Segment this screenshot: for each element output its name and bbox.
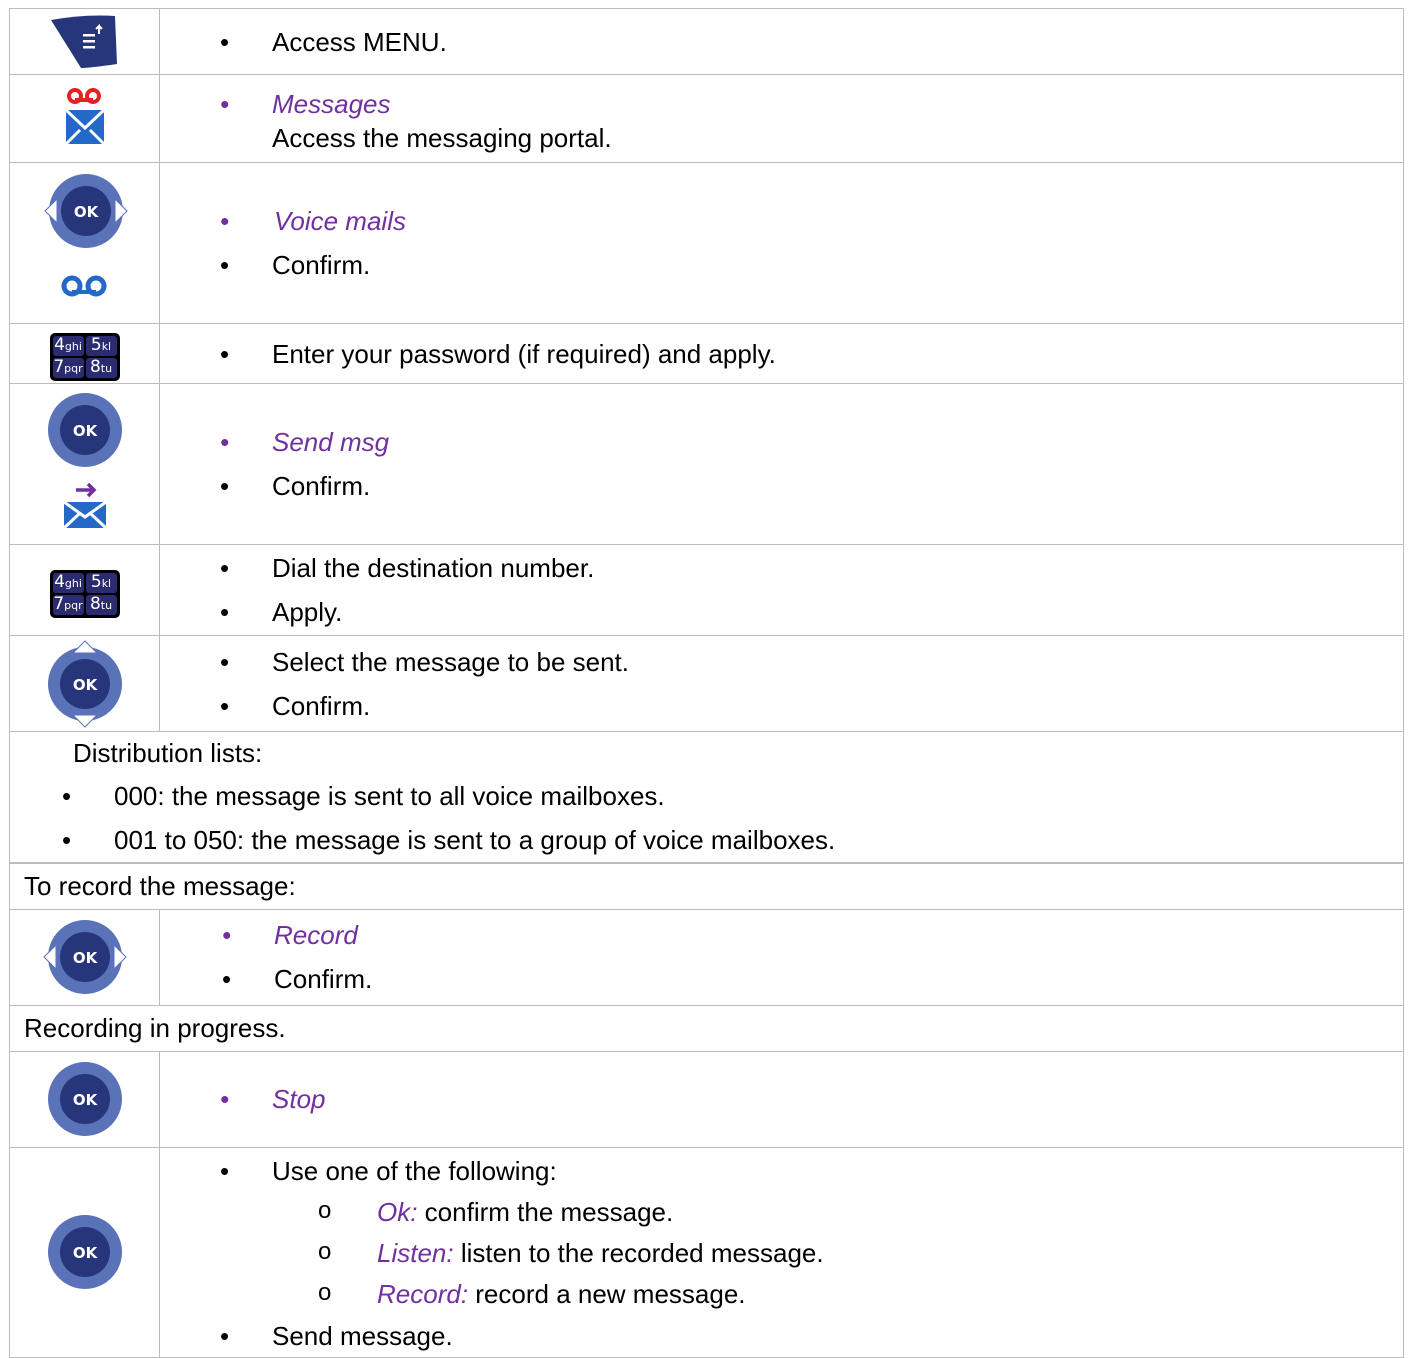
menu-option-label: Send msg (220, 420, 1403, 464)
row-record-heading: To record the message: (9, 862, 1404, 910)
row-voice-mails: OK Voice mails Confirm. (9, 162, 1404, 324)
menu-option-label: Stop (220, 1077, 1403, 1121)
instruction-text: Select the message to be sent. (220, 640, 1403, 684)
row-send-msg: OK Send msg Confirm. (9, 383, 1404, 545)
option-label: Ok: (377, 1196, 418, 1227)
keypad-icon: 4ghi 5kl 7pqr 8tu (49, 333, 120, 381)
option-label: Record: (377, 1278, 469, 1309)
row-distribution: Distribution lists: 000: the message is … (9, 731, 1404, 864)
svg-text:OK: OK (72, 676, 98, 694)
option-text: confirm the message. (417, 1196, 674, 1227)
instruction-text: Use one of the following: (220, 1150, 1403, 1192)
menu-key-icon (50, 15, 117, 68)
ok-left-right-key-icon: OK (43, 171, 129, 258)
confirm-text: Confirm. (220, 684, 1403, 728)
confirm-text: Confirm. (222, 957, 1403, 1001)
option-item: Listen: listen to the recorded message. (220, 1231, 1403, 1274)
instruction-text: Access MENU. (220, 20, 1403, 64)
keypad-icon: 4ghi 5kl 7pqr 8tu (49, 569, 120, 618)
apply-text: Apply. (220, 590, 1403, 634)
option-item: Ok: confirm the message. (220, 1190, 1403, 1233)
row-record: OK Record Confirm. (9, 908, 1404, 1006)
row-select: OK Select the message to be sent. Confir… (9, 635, 1404, 732)
send-message-icon (62, 480, 108, 537)
row-options: OK Use one of the following: Ok: confirm… (9, 1146, 1404, 1358)
row-messages: Messages Access the messaging portal. (9, 74, 1404, 163)
svg-text:OK: OK (72, 949, 98, 967)
menu-option-label: Record (222, 913, 1403, 957)
option-text: listen to the recorded message. (453, 1237, 824, 1268)
svg-text:OK: OK (72, 1091, 98, 1109)
row-password: 4ghi 5kl 7pqr 8tu Enter your password (i… (9, 323, 1404, 384)
section-heading: To record the message: (9, 862, 1404, 910)
distribution-item: 001 to 050: the message is sent to a gro… (62, 818, 1403, 862)
distribution-item: 000: the message is sent to all voice ma… (62, 774, 1403, 818)
ok-key-icon: OK (47, 1062, 122, 1136)
ok-left-right-key-icon: OK (42, 920, 127, 994)
ok-up-down-key-icon: OK (47, 639, 122, 728)
row-progress-heading: Recording in progress. (9, 1004, 1404, 1052)
instruction-text: Dial the destination number. (220, 546, 1403, 590)
option-text: record a new message. (468, 1278, 746, 1309)
option-item: Record: record a new message. (220, 1272, 1403, 1315)
icon-cell (9, 8, 160, 75)
section-heading: Recording in progress. (9, 1004, 1404, 1052)
row-dial: 4ghi 5kl 7pqr 8tu Dial the destination n… (9, 544, 1404, 636)
menu-option-label: Voice mails (220, 199, 1403, 243)
procedure-table: Access MENU. Messages Access the messagi… (9, 8, 1404, 1358)
row-menu: Access MENU. (9, 8, 1404, 75)
final-step-text: Send message. (220, 1315, 1403, 1357)
svg-text:OK: OK (74, 203, 100, 221)
menu-option-label: Messages (220, 82, 1403, 126)
distribution-title: Distribution lists: (73, 738, 263, 768)
text-cell: Access MENU. (159, 8, 1404, 75)
confirm-text: Confirm. (220, 464, 1403, 508)
ok-key-icon: OK (47, 392, 123, 475)
row-stop: OK Stop (9, 1050, 1404, 1148)
svg-text:OK: OK (72, 1244, 98, 1262)
voicemail-envelope-icon (64, 87, 105, 145)
voicemail-icon (58, 273, 110, 306)
ok-key-icon: OK (47, 1215, 122, 1289)
confirm-text: Confirm. (220, 243, 1403, 287)
svg-text:OK: OK (73, 422, 99, 440)
option-label: Listen: (377, 1237, 454, 1268)
instruction-text: Enter your password (if required) and ap… (220, 332, 1403, 376)
